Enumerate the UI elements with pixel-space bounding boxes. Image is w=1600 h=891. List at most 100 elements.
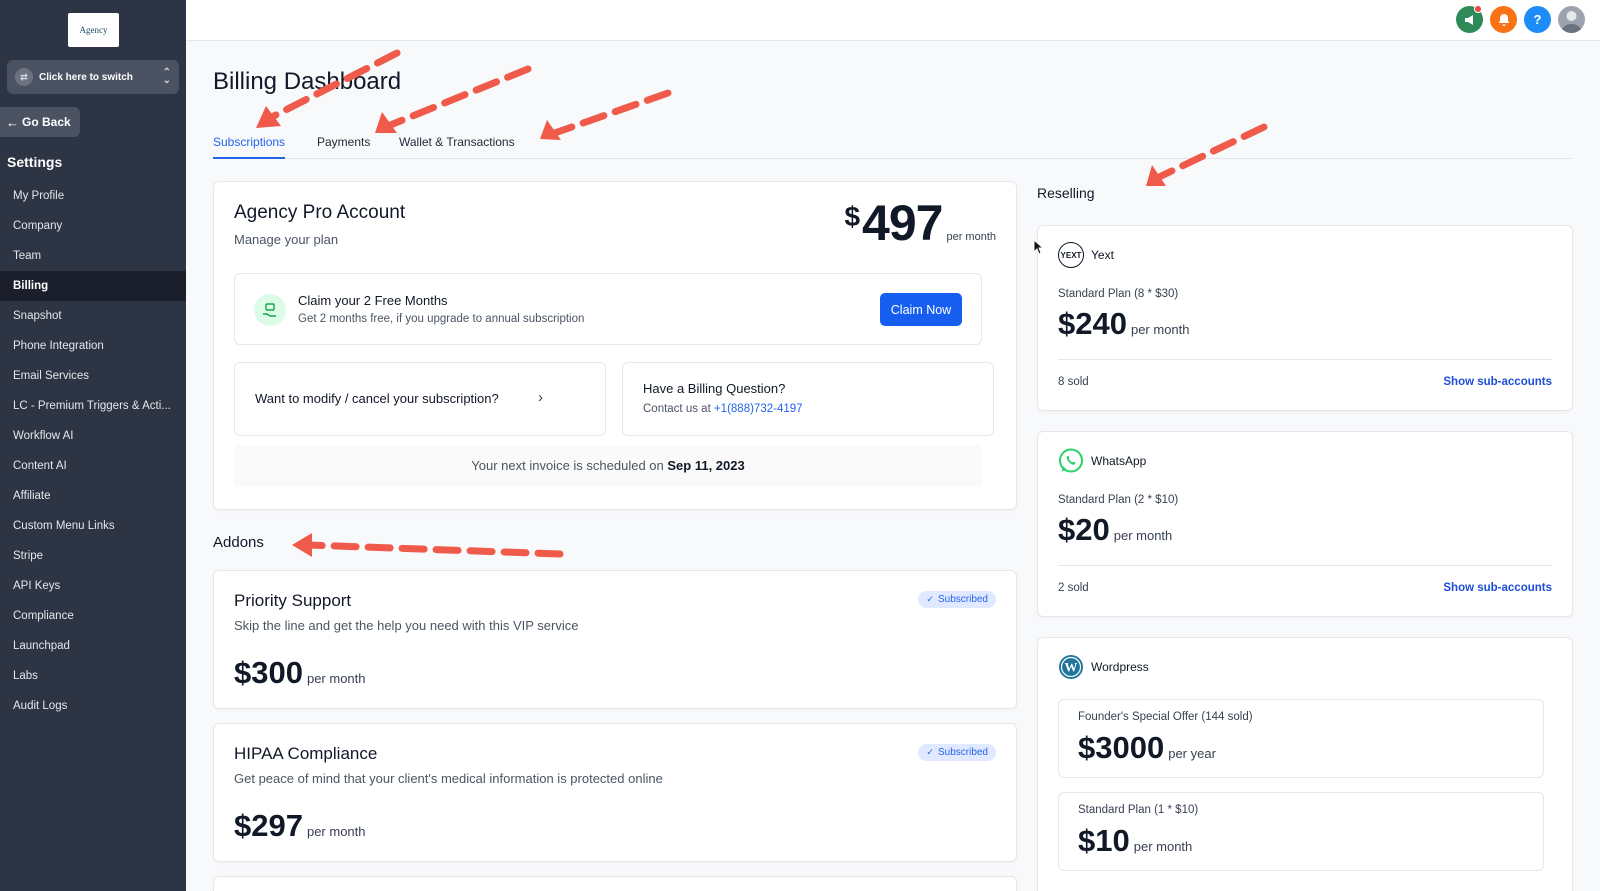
sidebar-item-snapshot[interactable]: Snapshot (0, 301, 186, 331)
reselling-price-period: per month (1113, 528, 1173, 543)
tab-payments[interactable]: Payments (317, 135, 370, 157)
sidebar-item-affiliate[interactable]: Affiliate (0, 481, 186, 511)
sidebar-item-premium-triggers[interactable]: LC - Premium Triggers & Acti... (0, 391, 186, 421)
billing-tabs: Subscriptions Payments Wallet & Transact… (213, 133, 1573, 159)
addon-card-priority-support: Priority Support Skip the line and get t… (213, 570, 1017, 709)
plan-amount: 497 (862, 195, 943, 251)
arrow-left-icon: ← (6, 114, 19, 130)
badge-label: Subscribed (937, 747, 988, 758)
arrow-to-payments (384, 65, 532, 130)
plan-card: Agency Pro Account Manage your plan $ 49… (213, 181, 1017, 510)
show-sub-accounts-link[interactable]: Show sub-accounts (1443, 376, 1552, 388)
addon-price-amount: $297 (234, 808, 303, 843)
switcher-label: Click here to switch (39, 71, 133, 83)
top-bar: ? (186, 0, 1600, 41)
subscribed-badge: ✓ Subscribed (918, 744, 996, 761)
reselling-price: $20 per month (1058, 512, 1172, 548)
reselling-price: $3000 per year (1078, 730, 1216, 766)
contact-prefix: Contact us at (643, 403, 711, 415)
sidebar-item-labs[interactable]: Labs (0, 661, 186, 691)
arrowhead-addons (292, 533, 312, 557)
reselling-price: $10 per month (1078, 823, 1192, 859)
sidebar-item-workflow-ai[interactable]: Workflow AI (0, 421, 186, 451)
gift-hand-icon (254, 294, 286, 326)
whatsapp-icon (1058, 448, 1084, 474)
reselling-header: WhatsApp (1058, 448, 1146, 474)
go-back-label: Go Back (22, 115, 71, 129)
tab-subscriptions[interactable]: Subscriptions (213, 135, 286, 159)
claim-now-button[interactable]: Claim Now (880, 293, 962, 326)
sidebar-item-compliance[interactable]: Compliance (0, 601, 186, 631)
sidebar-item-stripe[interactable]: Stripe (0, 541, 186, 571)
arrow-to-addons (304, 541, 564, 558)
reselling-card-whatsapp: WhatsApp Standard Plan (2 * $10) $20 per… (1037, 431, 1573, 617)
plan-period: per month (946, 231, 996, 243)
check-icon: ✓ (926, 594, 934, 604)
sidebar-item-my-profile[interactable]: My Profile (0, 181, 186, 211)
tab-wallet-transactions[interactable]: Wallet & Transactions (399, 135, 515, 157)
promo-title: Claim your 2 Free Months (298, 293, 448, 308)
sidebar-item-content-ai[interactable]: Content AI (0, 451, 186, 481)
divider (1058, 359, 1552, 360)
next-invoice-notice: Your next invoice is scheduled on Sep 11… (234, 445, 982, 487)
invoice-date: Sep 11, 2023 (667, 458, 745, 473)
bell-icon[interactable] (1490, 6, 1517, 33)
free-months-promo: Claim your 2 Free Months Get 2 months fr… (234, 273, 982, 345)
addon-card-hipaa-compliance: HIPAA Compliance Get peace of mind that … (213, 723, 1017, 862)
megaphone-icon[interactable] (1456, 5, 1483, 33)
addon-description: Skip the line and get the help you need … (234, 618, 579, 633)
sidebar-item-company[interactable]: Company (0, 211, 186, 241)
badge-label: Subscribed (937, 594, 988, 605)
sidebar-item-audit-logs[interactable]: Audit Logs (0, 691, 186, 721)
check-icon: ✓ (926, 747, 934, 757)
invoice-prefix: Your next invoice is scheduled on (471, 458, 664, 473)
reselling-plan: Founder's Special Offer (144 sold) (1078, 711, 1253, 723)
sidebar-item-phone-integration[interactable]: Phone Integration (0, 331, 186, 361)
sidebar-item-billing[interactable]: Billing (0, 271, 186, 301)
wordpress-plan-standard: Standard Plan (1 * $10) $10 per month (1058, 792, 1544, 871)
reselling-name: Yext (1091, 248, 1114, 262)
billing-phone-link[interactable]: +1(888)732-4197 (714, 403, 803, 415)
plan-price: $ 497 per month (844, 194, 996, 252)
chevron-right-icon: › (538, 389, 543, 406)
addon-price: $300 per month (234, 655, 366, 691)
sidebar: Agency ⇄ Click here to switch ⌃ ⌄ ← Go Ba… (0, 0, 186, 891)
addon-price: $297 per month (234, 808, 366, 844)
switch-account-icon: ⇄ (15, 68, 33, 86)
agency-logo[interactable]: Agency (68, 13, 119, 47)
subscribed-badge: ✓ Subscribed (918, 591, 996, 608)
sidebar-item-team[interactable]: Team (0, 241, 186, 271)
go-back-button[interactable]: ← Go Back (0, 107, 80, 137)
sidebar-item-api-keys[interactable]: API Keys (0, 571, 186, 601)
page-title: Billing Dashboard (213, 68, 402, 95)
reselling-header: W Wordpress (1058, 654, 1149, 680)
reselling-price-amount: $3000 (1078, 730, 1165, 765)
reselling-name: WhatsApp (1091, 454, 1147, 468)
plan-subtitle: Manage your plan (234, 232, 339, 247)
addon-name: HIPAA Compliance (234, 744, 378, 763)
reselling-price-period: per month (1133, 839, 1193, 854)
sidebar-item-custom-menu-links[interactable]: Custom Menu Links (0, 511, 186, 541)
show-sub-accounts-link[interactable]: Show sub-accounts (1443, 582, 1552, 594)
sidebar-item-email-services[interactable]: Email Services (0, 361, 186, 391)
arrow-to-wallet (548, 89, 672, 138)
addon-name: Priority Support (234, 591, 352, 610)
svg-text:W: W (1065, 660, 1078, 675)
reselling-heading: Reselling (1037, 185, 1095, 201)
arrowhead-reselling (1146, 165, 1166, 186)
settings-heading: Settings (7, 154, 63, 170)
wordpress-plan-founders: Founder's Special Offer (144 sold) $3000… (1058, 699, 1544, 778)
sold-count: 2 sold (1058, 582, 1089, 594)
addon-description: Get peace of mind that your client's med… (234, 771, 663, 786)
reselling-price-amount: $20 (1058, 512, 1110, 547)
divider (1058, 565, 1552, 566)
promo-subtitle: Get 2 months free, if you upgrade to ann… (298, 313, 585, 325)
avatar[interactable] (1558, 6, 1585, 33)
modify-subscription-box[interactable]: Want to modify / cancel your subscriptio… (234, 362, 606, 436)
reselling-card-wordpress: W Wordpress Founder's Special Offer (144… (1037, 637, 1573, 891)
sidebar-item-launchpad[interactable]: Launchpad (0, 631, 186, 661)
account-switcher[interactable]: ⇄ Click here to switch ⌃ ⌄ (7, 60, 179, 94)
arrowhead-payments (375, 112, 397, 133)
reselling-price-period: per year (1168, 746, 1216, 761)
help-icon[interactable]: ? (1524, 6, 1551, 33)
